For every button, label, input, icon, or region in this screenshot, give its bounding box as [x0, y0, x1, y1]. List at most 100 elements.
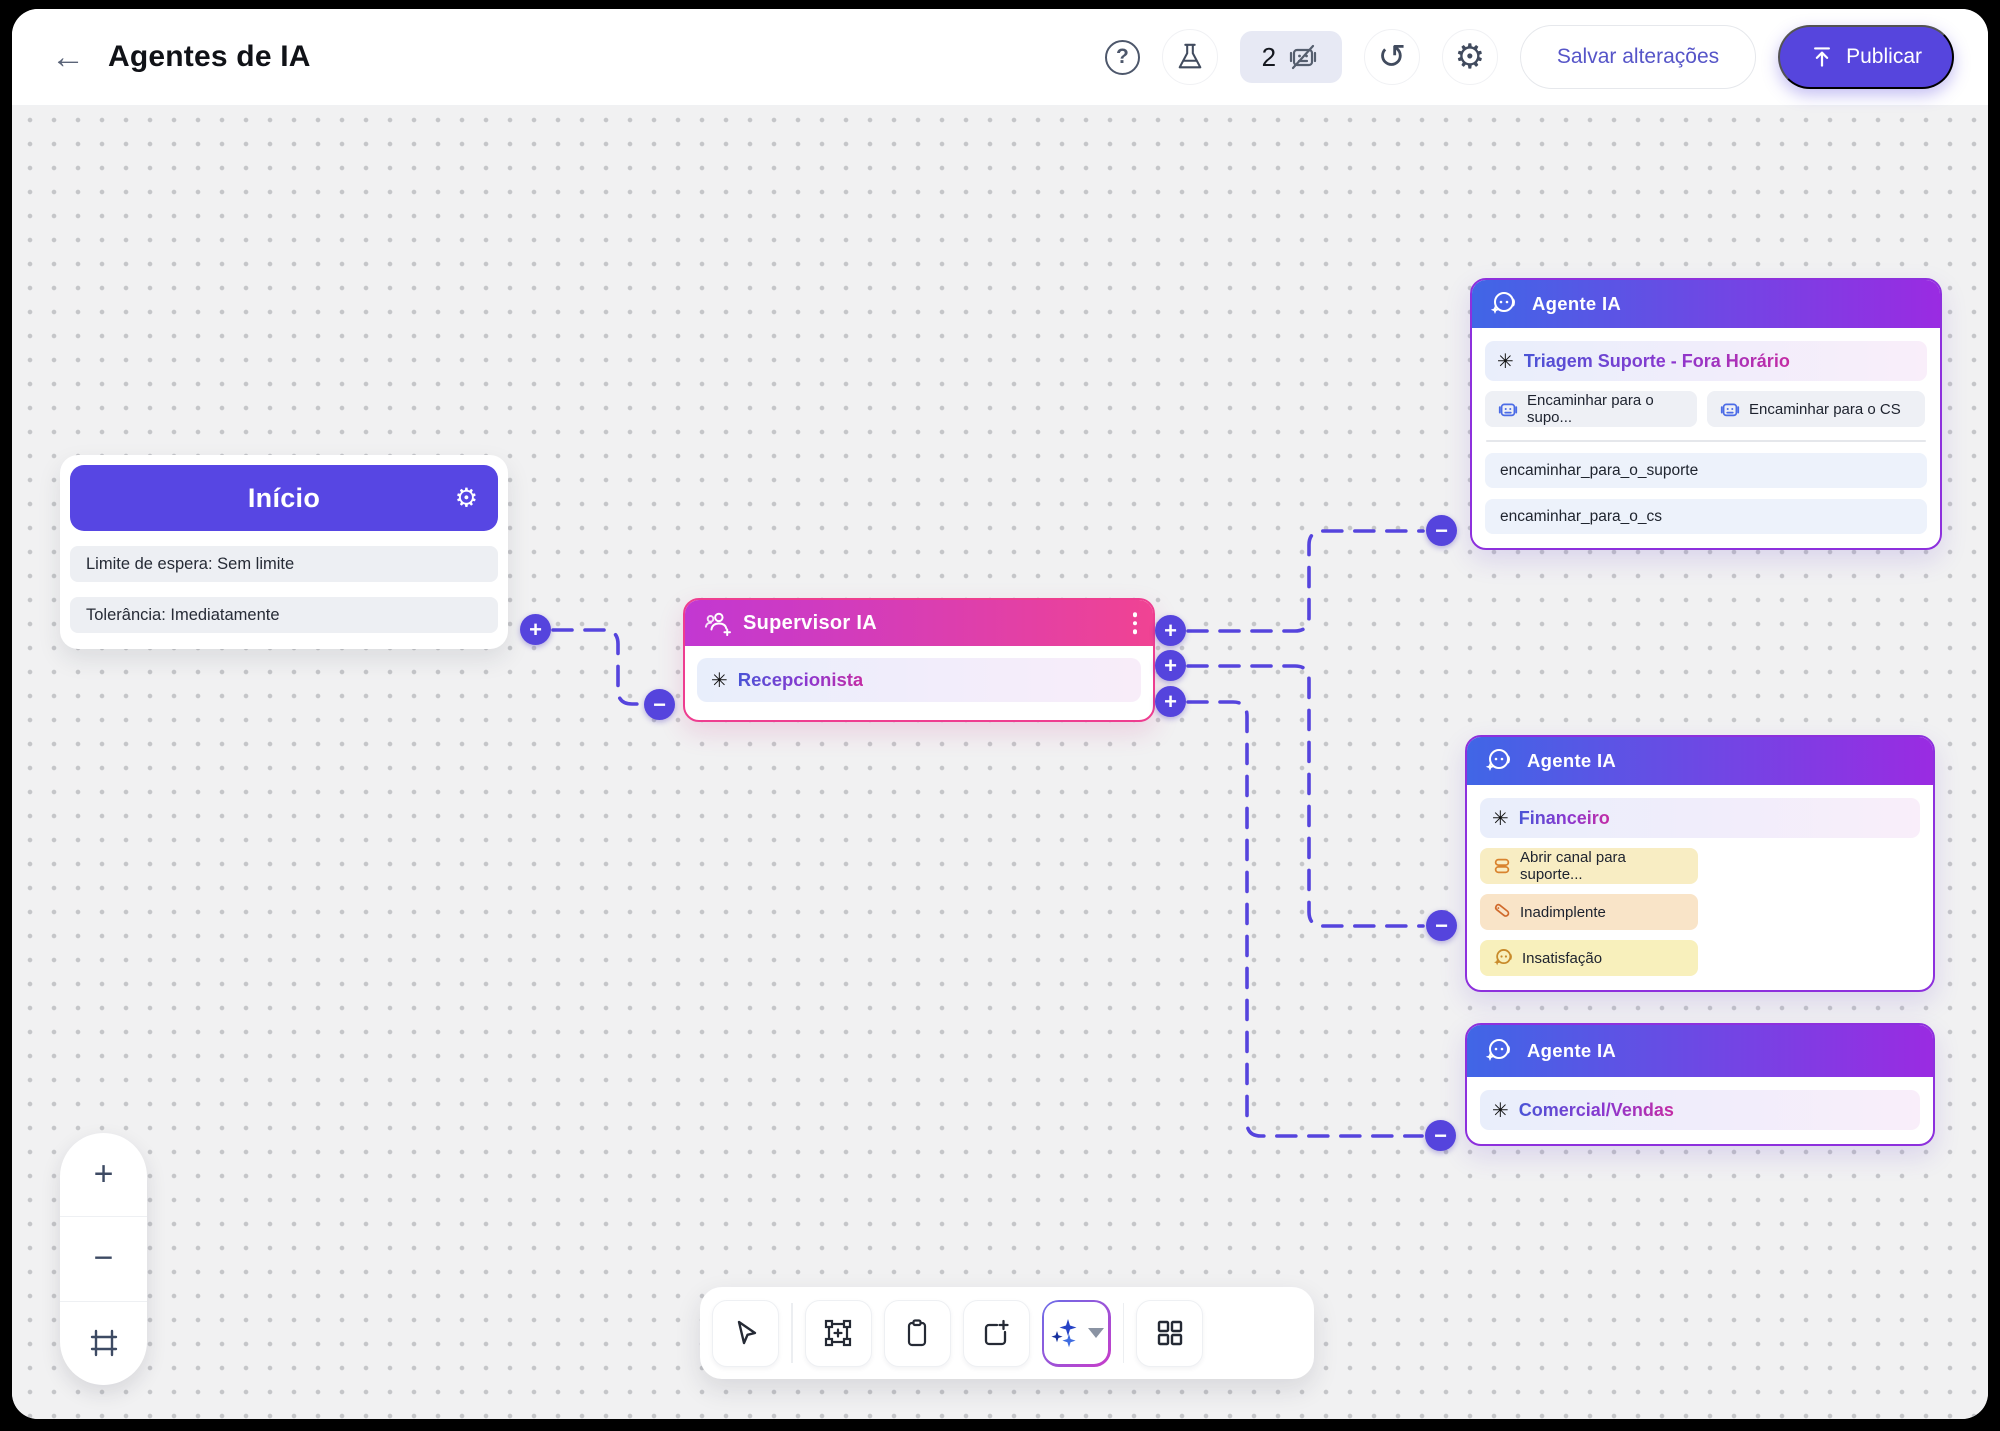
- agent-node-header[interactable]: Agente IA: [1467, 1025, 1933, 1077]
- agent-node-title: Agente IA: [1527, 750, 1616, 772]
- chip-encaminhar-cs[interactable]: Encaminhar para o CS: [1707, 391, 1925, 427]
- app-window: ← Agentes de IA ? 2: [12, 9, 1988, 1419]
- port-remove-agent-comercial[interactable]: −: [1425, 1120, 1456, 1151]
- flow-canvas[interactable]: Início ⚙ Limite de espera: Sem limite To…: [12, 106, 1988, 1419]
- supervisor-agent-row[interactable]: ✳ Recepcionista: [697, 658, 1141, 702]
- chip-label: Encaminhar para o supo...: [1527, 392, 1685, 426]
- gear-icon: ⚙: [1455, 40, 1485, 74]
- agent-node-body: ✳ Financeiro Abrir canal para suporte...: [1467, 785, 1933, 990]
- grid-icon: [1155, 1318, 1185, 1348]
- port-remove-agent-triagem[interactable]: −: [1426, 515, 1457, 546]
- agent-limit-badge[interactable]: 2: [1240, 31, 1342, 83]
- chevron-down-icon: [1088, 1328, 1104, 1338]
- agent-node-header[interactable]: Agente IA: [1467, 737, 1933, 785]
- wire-supervisor-to-agent3: [1188, 702, 1422, 1136]
- agent-node-title: Agente IA: [1532, 293, 1621, 315]
- fit-view-button[interactable]: [60, 1301, 147, 1385]
- agent-name: Comercial/Vendas: [1519, 1100, 1674, 1121]
- robot-sparkle-icon: [1483, 1036, 1513, 1066]
- sparkles-icon: [1048, 1316, 1082, 1350]
- port-add-supervisor-output-3[interactable]: +: [1155, 686, 1186, 717]
- robot-sparkle-icon: [1488, 289, 1518, 319]
- supervisor-node-title: Supervisor IA: [743, 612, 877, 635]
- publish-button[interactable]: Publicar: [1778, 25, 1954, 89]
- agent-node-header[interactable]: Agente IA: [1472, 280, 1940, 328]
- bottom-toolbar: [700, 1287, 1314, 1379]
- port-remove-supervisor-input[interactable]: −: [644, 689, 675, 720]
- zoom-in-button[interactable]: +: [60, 1133, 147, 1216]
- chip-insatisfacao[interactable]: Insatisfação: [1480, 940, 1698, 976]
- openai-icon: ✳: [1492, 806, 1509, 831]
- zoom-out-button[interactable]: −: [60, 1216, 147, 1300]
- divider: [1486, 440, 1926, 442]
- select-tool-button[interactable]: [712, 1300, 779, 1367]
- square-plus-icon: [981, 1318, 1011, 1348]
- ai-tools-button[interactable]: [1042, 1300, 1111, 1367]
- frame-plus-icon: [822, 1317, 854, 1349]
- top-bar: ← Agentes de IA ? 2: [12, 9, 1988, 106]
- templates-grid-button[interactable]: [1136, 1300, 1203, 1367]
- wire-supervisor-to-agent1: [1188, 531, 1423, 631]
- function-row[interactable]: encaminhar_para_o_suporte: [1485, 453, 1927, 488]
- port-add-supervisor-output-2[interactable]: +: [1155, 650, 1186, 681]
- settings-button[interactable]: ⚙: [1442, 29, 1498, 85]
- agent-node-comercial[interactable]: Agente IA ✳ Comercial/Vendas: [1465, 1023, 1935, 1146]
- robot-icon: [1719, 398, 1741, 420]
- start-node-header[interactable]: Início ⚙: [70, 465, 498, 531]
- clipboard-button[interactable]: [884, 1300, 951, 1367]
- start-node[interactable]: Início ⚙ Limite de espera: Sem limite To…: [60, 455, 508, 649]
- port-add-before-supervisor[interactable]: +: [520, 614, 551, 645]
- save-changes-button[interactable]: Salvar alterações: [1520, 25, 1756, 89]
- agent-node-financeiro[interactable]: Agente IA ✳ Financeiro Abr: [1465, 735, 1935, 992]
- agent-name-row[interactable]: ✳ Comercial/Vendas: [1480, 1090, 1920, 1130]
- flask-icon: [1175, 42, 1205, 72]
- frame-icon: [89, 1328, 119, 1358]
- openai-icon: ✳: [1497, 349, 1514, 374]
- cursor-icon: [731, 1318, 761, 1348]
- agent-name: Triagem Suporte - Fora Horário: [1524, 351, 1790, 372]
- user-group-plus-icon: [703, 610, 731, 636]
- back-button[interactable]: ←: [46, 35, 90, 79]
- test-flask-button[interactable]: [1162, 29, 1218, 85]
- agent-name: Financeiro: [1519, 808, 1610, 829]
- tag-icon: [1492, 902, 1512, 922]
- help-icon[interactable]: ?: [1105, 40, 1140, 75]
- supervisor-node-body: ✳ Recepcionista: [685, 646, 1153, 714]
- robot-sparkle-icon: [1483, 746, 1513, 776]
- chip-label: Abrir canal para suporte...: [1520, 849, 1686, 883]
- chip-abrir-canal[interactable]: Abrir canal para suporte...: [1480, 848, 1698, 884]
- start-node-title: Início: [248, 483, 320, 514]
- agent-node-triagem[interactable]: Agente IA ✳ Triagem Suporte - Fora Horár…: [1470, 278, 1942, 550]
- clipboard-icon: [903, 1318, 931, 1348]
- agent-chip-row: Abrir canal para suporte... Inadimplente: [1480, 848, 1920, 976]
- toolbar-divider: [791, 1303, 793, 1363]
- frame-select-button[interactable]: [805, 1300, 872, 1367]
- agent-name-row[interactable]: ✳ Financeiro: [1480, 798, 1920, 838]
- wire-start-to-supervisor: [553, 630, 641, 704]
- kebab-menu-icon[interactable]: [1133, 612, 1138, 634]
- agent-chip-row: Encaminhar para o supo...: [1485, 391, 1927, 427]
- agent-limit-count: 2: [1262, 42, 1276, 73]
- zoom-controls: + −: [60, 1133, 147, 1385]
- agent-node-title: Agente IA: [1527, 1040, 1616, 1062]
- openai-icon: ✳: [1492, 1098, 1509, 1123]
- chip-encaminhar-suporte[interactable]: Encaminhar para o supo...: [1485, 391, 1697, 427]
- upload-icon: [1810, 45, 1834, 69]
- function-row[interactable]: encaminhar_para_o_cs: [1485, 499, 1927, 534]
- chip-inadimplente[interactable]: Inadimplente: [1480, 894, 1698, 930]
- start-node-gear-icon[interactable]: ⚙: [455, 483, 478, 514]
- agent-node-body: ✳ Triagem Suporte - Fora Horário: [1472, 328, 1940, 548]
- openai-icon: ✳: [711, 668, 728, 693]
- agent-name-row[interactable]: ✳ Triagem Suporte - Fora Horário: [1485, 341, 1927, 381]
- supervisor-agent-label: Recepcionista: [738, 669, 863, 691]
- start-node-row-wait-limit: Limite de espera: Sem limite: [70, 546, 498, 582]
- history-button[interactable]: ↺: [1364, 29, 1420, 85]
- port-remove-agent-financeiro[interactable]: −: [1426, 910, 1457, 941]
- wire-supervisor-to-agent2: [1188, 666, 1423, 926]
- supervisor-node-header[interactable]: Supervisor IA: [685, 600, 1153, 646]
- chip-label: Inadimplente: [1520, 904, 1606, 921]
- add-section-button[interactable]: [963, 1300, 1030, 1367]
- chip-label: Insatisfação: [1522, 950, 1602, 967]
- port-add-supervisor-output-1[interactable]: +: [1155, 615, 1186, 646]
- supervisor-node[interactable]: Supervisor IA ✳ Recepcionista: [683, 598, 1155, 722]
